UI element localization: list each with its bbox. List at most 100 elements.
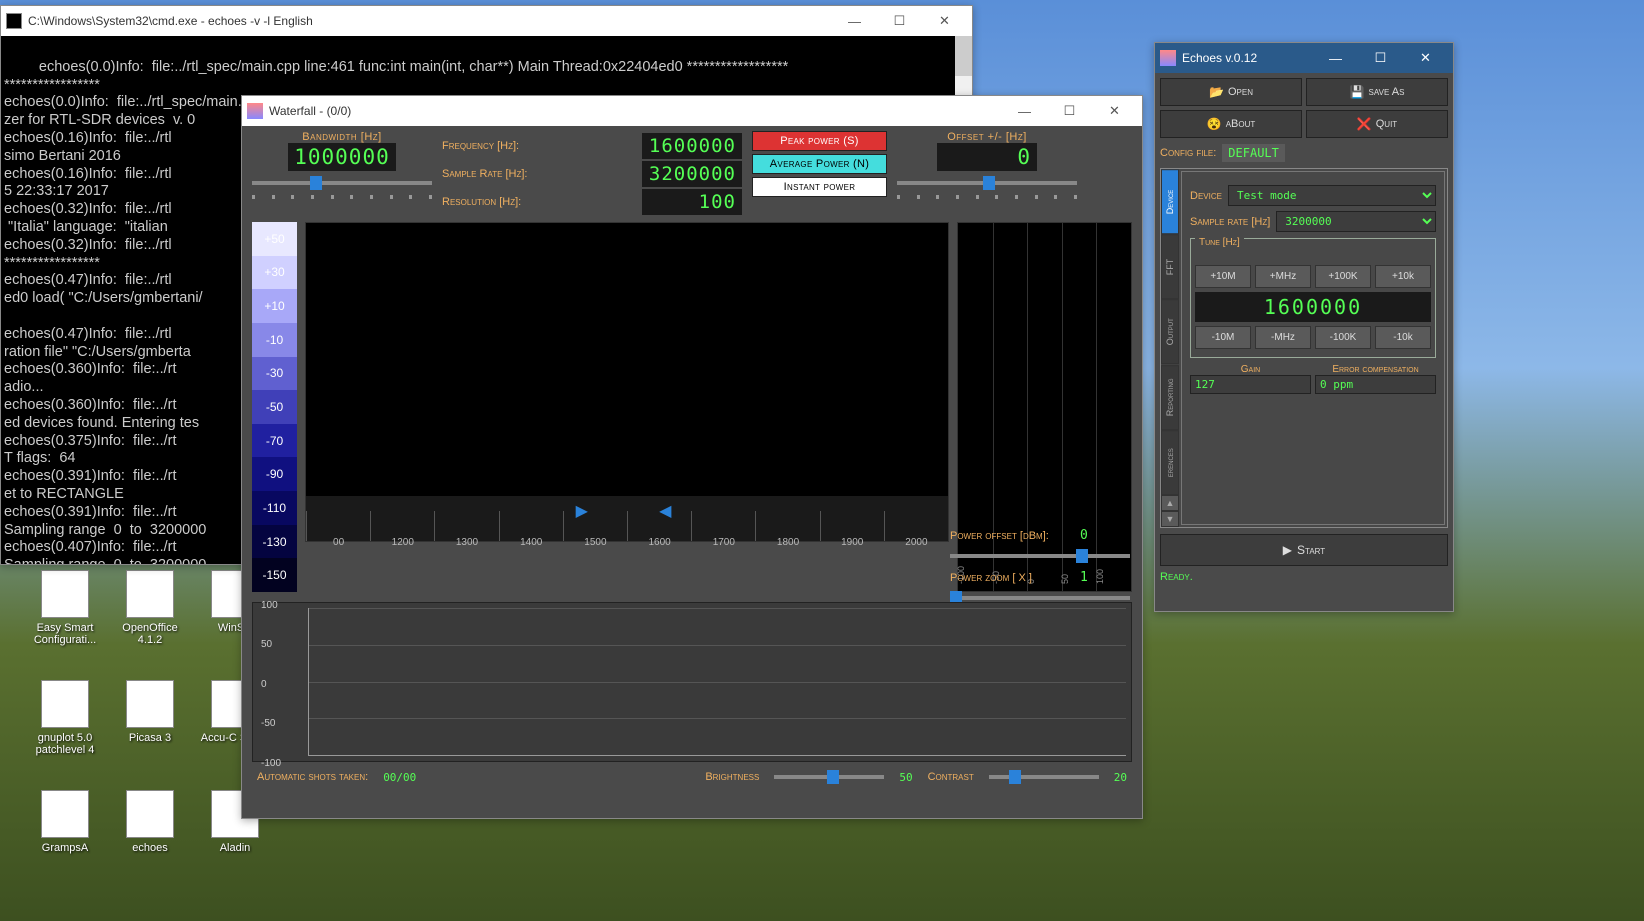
power-offset-slider[interactable]	[950, 554, 1130, 558]
scale-cell: -90	[252, 457, 297, 491]
floppy-icon: 💾	[1350, 85, 1365, 99]
tune-legend: Tune [Hz]	[1195, 237, 1244, 248]
x-axis-ruler: 00120013001400150016001700180019002000	[306, 496, 948, 541]
tune-+10k[interactable]: +10k	[1375, 265, 1431, 288]
tab-device[interactable]: Device	[1161, 169, 1179, 234]
brightness-value: 50	[899, 771, 912, 784]
samplerate-label: Sample Rate [Hz]:	[442, 168, 527, 180]
maximize-button[interactable]: ☐	[1358, 44, 1403, 72]
app-icon	[126, 570, 174, 618]
ready-status: Ready.	[1160, 571, 1448, 583]
scrollbar-thumb[interactable]	[955, 36, 972, 76]
bandwidth-slider[interactable]	[252, 181, 432, 185]
desktop-icon[interactable]: Picasa 3	[110, 680, 190, 744]
samplerate-select[interactable]: 3200000	[1276, 211, 1436, 232]
open-button[interactable]: 📂Open	[1160, 78, 1302, 106]
color-scale: +50+30+10-10-30-50-70-90-110-130-150	[252, 222, 297, 592]
cmd-icon	[6, 13, 22, 29]
minimize-button[interactable]: —	[1313, 44, 1358, 72]
tab-fft[interactable]: FFT	[1161, 234, 1179, 299]
scale-cell: -110	[252, 491, 297, 525]
brightness-label: Brightness	[705, 771, 759, 783]
start-button[interactable]: ▶Start	[1160, 534, 1448, 566]
desktop-icon[interactable]: Easy Smart Configurati...	[25, 570, 105, 646]
tune--100K[interactable]: -100K	[1315, 326, 1371, 349]
desktop-icon[interactable]: echoes	[110, 790, 190, 854]
maximize-button[interactable]: ☐	[877, 7, 922, 35]
echoes-window: Echoes v.0.12 — ☐ ✕ 📂Open 💾save As 😵aBou…	[1154, 42, 1454, 612]
close-button[interactable]: ✕	[1092, 97, 1137, 125]
average-power-button[interactable]: Average Power (N)	[752, 154, 887, 174]
desktop-icon[interactable]: OpenOffice 4.1.2	[110, 570, 190, 646]
instant-power-button[interactable]: Instant power	[752, 177, 887, 197]
resolution-label: Resolution [Hz]:	[442, 196, 521, 208]
tune--MHz[interactable]: -MHz	[1255, 326, 1311, 349]
play-icon: ▶	[1283, 543, 1292, 557]
waterfall-title: Waterfall - (0/0)	[269, 104, 1002, 118]
desktop-icon[interactable]: GrampsA	[25, 790, 105, 854]
offset-value: 0	[937, 143, 1037, 171]
minimize-button[interactable]: —	[1002, 97, 1047, 125]
power-offset-value: 0	[1080, 528, 1088, 543]
tab-arrow-icon[interactable]: ▲	[1161, 495, 1179, 511]
waterfall-titlebar[interactable]: Waterfall - (0/0) — ☐ ✕	[242, 96, 1142, 126]
frequency-label: Frequency [Hz]:	[442, 140, 519, 152]
tune-frequency: 1600000	[1195, 292, 1431, 322]
scale-cell: +10	[252, 289, 297, 323]
waterfall-plot[interactable]: 00120013001400150016001700180019002000 ▶…	[305, 222, 949, 542]
echoes-titlebar[interactable]: Echoes v.0.12 — ☐ ✕	[1155, 43, 1453, 73]
close-button[interactable]: ✕	[1403, 44, 1448, 72]
tab-reporting[interactable]: Reporting	[1161, 365, 1179, 430]
power-zoom-label: Power zoom [ X ]	[950, 572, 1080, 584]
face-icon: 😵	[1207, 117, 1222, 131]
device-select[interactable]: Test mode	[1228, 185, 1436, 206]
folder-icon: 📂	[1209, 85, 1224, 99]
scale-cell: -30	[252, 357, 297, 391]
gain-input[interactable]	[1190, 375, 1311, 394]
contrast-label: Contrast	[928, 771, 974, 783]
waterfall-window: Waterfall - (0/0) — ☐ ✕ Bandwidth [Hz] 1…	[241, 95, 1143, 819]
app-icon	[126, 790, 174, 838]
gain-label: Gain	[1190, 364, 1311, 375]
tune-+10M[interactable]: +10M	[1195, 265, 1251, 288]
scale-cell: +30	[252, 256, 297, 290]
tab-output[interactable]: Output	[1161, 299, 1179, 364]
marker-left-icon[interactable]: ▶	[576, 501, 588, 521]
about-button[interactable]: 😵aBout	[1160, 110, 1302, 138]
power-zoom-value: 1	[1080, 570, 1088, 585]
brightness-slider[interactable]	[774, 775, 884, 779]
power-zoom-slider[interactable]	[950, 596, 1130, 600]
saveas-button[interactable]: 💾save As	[1306, 78, 1448, 106]
desktop-icon[interactable]: gnuplot 5.0 patchlevel 4	[25, 680, 105, 756]
minimize-button[interactable]: —	[832, 7, 877, 35]
device-label: Device	[1190, 190, 1222, 202]
offset-slider[interactable]	[897, 181, 1077, 185]
autoshots-label: Automatic shots taken:	[257, 771, 368, 783]
tab-erences[interactable]: erences	[1161, 430, 1179, 495]
scale-cell: +50	[252, 222, 297, 256]
tune--10k[interactable]: -10k	[1375, 326, 1431, 349]
tune-+MHz[interactable]: +MHz	[1255, 265, 1311, 288]
app-icon	[41, 680, 89, 728]
cross-icon: ❌	[1357, 117, 1372, 131]
errcomp-input[interactable]	[1315, 375, 1436, 394]
tune--10M[interactable]: -10M	[1195, 326, 1251, 349]
maximize-button[interactable]: ☐	[1047, 97, 1092, 125]
echoes-icon	[1160, 50, 1176, 66]
power-offset-label: Power offset [dBm]:	[950, 530, 1080, 542]
tab-arrow-icon[interactable]: ▼	[1161, 511, 1179, 527]
quit-button[interactable]: ❌Quit	[1306, 110, 1448, 138]
cmd-titlebar[interactable]: C:\Windows\System32\cmd.exe - echoes -v …	[1, 6, 972, 36]
close-button[interactable]: ✕	[922, 7, 967, 35]
scale-cell: -150	[252, 558, 297, 592]
config-label: Config file:	[1160, 147, 1216, 159]
echoes-title: Echoes v.0.12	[1182, 51, 1313, 65]
marker-right-icon[interactable]: ◀	[659, 501, 671, 521]
app-icon	[126, 680, 174, 728]
bandwidth-label: Bandwidth [Hz]	[252, 131, 432, 143]
tune-+100K[interactable]: +100K	[1315, 265, 1371, 288]
contrast-slider[interactable]	[989, 775, 1099, 779]
power-plot[interactable]: 100500-50-100	[252, 602, 1132, 762]
peak-power-button[interactable]: Peak power (S)	[752, 131, 887, 151]
contrast-value: 20	[1114, 771, 1127, 784]
